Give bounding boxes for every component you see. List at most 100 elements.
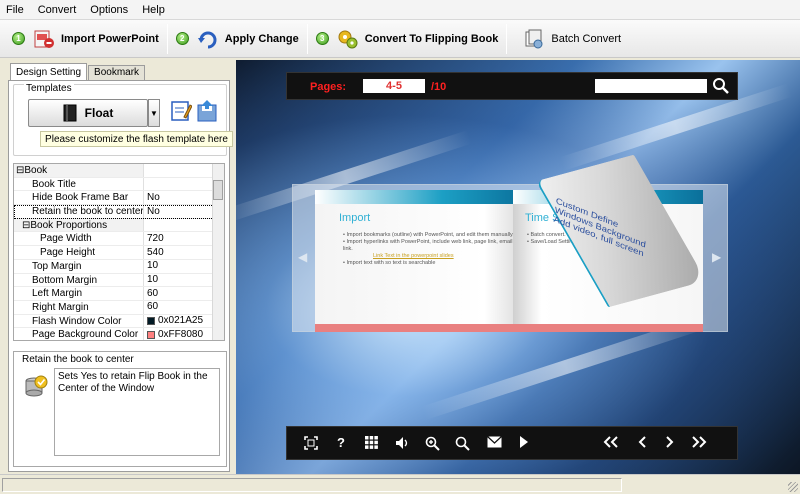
last-page-icon[interactable] (691, 436, 707, 448)
property-value-text: 0xFF8080 (158, 328, 204, 340)
property-name: Top Margin (14, 259, 144, 273)
bullet-link[interactable]: Link Text in the powerpoint slides (343, 253, 518, 260)
property-value-text: 10 (147, 274, 159, 285)
book-icon (63, 104, 77, 122)
property-grid-scrollbar[interactable] (212, 164, 224, 340)
total-pages: /10 (431, 81, 447, 93)
convert-to-flipping-book-button[interactable]: 3 Convert To Flipping Book (310, 22, 505, 56)
email-icon[interactable] (487, 436, 502, 448)
property-name: Page Width (14, 232, 144, 246)
info-check-icon (25, 375, 48, 397)
property-name-text: Book (24, 165, 48, 176)
apply-change-label: Apply Change (224, 32, 299, 45)
apply-change-icon (197, 31, 217, 48)
left-page-heading: Import (339, 212, 371, 224)
property-row[interactable]: Top Margin 10 (14, 259, 224, 274)
property-name-text: Right Margin (32, 301, 89, 313)
toolbar: 1 Import PowerPoint 2 Apply Change 3 Con… (0, 20, 800, 58)
prev-page-icon[interactable] (637, 436, 647, 448)
tab-bookmark[interactable]: Bookmark (88, 65, 146, 80)
page-footer-band (315, 324, 527, 332)
template-dropdown-button[interactable]: ▼ (148, 99, 160, 127)
bullet-item: • Import bookmarks (outline) with PowerP… (343, 232, 514, 238)
color-swatch[interactable] (147, 316, 155, 325)
menu-convert[interactable]: Convert (38, 4, 77, 16)
templates-label: Templates (24, 83, 74, 94)
color-swatch[interactable] (147, 330, 155, 339)
property-name-text: Book Title (32, 178, 76, 190)
edit-template-icon[interactable] (170, 99, 192, 123)
property-row[interactable]: Flash Window Color 0x021A25 (14, 314, 224, 329)
customize-template-hint[interactable]: Please customize the flash template here (40, 131, 233, 147)
sound-icon[interactable] (395, 436, 411, 450)
search-icon[interactable] (455, 436, 470, 451)
property-name: Bottom Margin (14, 273, 144, 287)
property-value-text: No (147, 205, 160, 217)
first-page-icon[interactable] (603, 436, 619, 448)
menu-bar: File Convert Options Help (0, 0, 800, 20)
property-name: Retain the book to center (14, 205, 144, 218)
template-name: Float (84, 106, 114, 120)
property-name: Flash Window Color (14, 314, 144, 328)
property-rows: ⊟Book Book Title Hide Book Frame Bar No Reta… (14, 164, 224, 340)
import-powerpoint-button[interactable]: 1 Import PowerPoint (6, 22, 165, 56)
menu-file[interactable]: File (6, 4, 24, 16)
import-powerpoint-label: Import PowerPoint (61, 32, 159, 45)
autoplay-icon[interactable] (519, 436, 529, 448)
property-value-text: 0x021A25 (158, 315, 204, 327)
resize-grip[interactable] (788, 482, 798, 492)
page-number-input[interactable]: 4-5 (363, 79, 425, 93)
next-page-icon[interactable] (665, 436, 675, 448)
template-select-button[interactable]: Float (28, 99, 148, 127)
property-name-text: Flash Window Color (32, 315, 122, 327)
scrollbar-thumb[interactable] (213, 180, 223, 200)
property-row[interactable]: Right Margin 60 (14, 300, 224, 315)
property-row[interactable]: Hide Book Frame Bar No (14, 191, 224, 206)
property-category-row[interactable]: ⊟Book Proportions (14, 218, 224, 233)
help-icon[interactable]: ? (337, 436, 345, 450)
bullet-item: • Import text with so text is searchable (343, 260, 436, 266)
property-row[interactable]: Retain the book to centerNo▼ (14, 205, 224, 219)
batch-convert-icon (525, 29, 543, 48)
settings-tabs: Design Setting Bookmark (10, 63, 146, 81)
property-row[interactable]: Page Height 540 (14, 246, 224, 260)
zoom-in-icon[interactable] (425, 436, 440, 451)
property-row[interactable]: Left Margin 60 (14, 287, 224, 301)
fullscreen-icon[interactable] (304, 436, 318, 450)
convert-to-flipping-book-label: Convert To Flipping Book (364, 32, 499, 45)
page-header-band (315, 190, 527, 204)
search-input[interactable] (595, 79, 707, 93)
property-name: Book Title (14, 177, 144, 191)
property-row[interactable]: Bottom Margin 10 (14, 273, 224, 288)
property-row[interactable]: Page Width 720 (14, 232, 224, 247)
thumbnails-icon[interactable] (365, 436, 378, 449)
tab-design-setting[interactable]: Design Setting (10, 63, 88, 80)
viewer-bottom-bar: ? (286, 426, 738, 460)
left-page[interactable]: Import • Import bookmarks (outline) with… (315, 190, 527, 332)
design-setting-panel: Templates Float ▼ Please customize the f… (8, 80, 233, 472)
import-powerpoint-icon (34, 30, 54, 48)
menu-help[interactable]: Help (142, 4, 165, 16)
property-name-text: Left Margin (32, 288, 83, 300)
batch-convert-button[interactable]: Batch Convert (517, 22, 627, 56)
property-category-row[interactable]: ⊟Book (14, 164, 224, 178)
property-name-text: Hide Book Frame Bar (32, 192, 129, 204)
property-name-text: Page Height (40, 247, 96, 259)
search-icon[interactable] (712, 77, 730, 95)
apply-change-button[interactable]: 2 Apply Change (170, 22, 305, 56)
property-value-text: 540 (147, 246, 164, 258)
step-1-icon: 1 (12, 32, 25, 45)
property-row[interactable]: Page Background Color 0xFF8080 (14, 328, 224, 340)
property-row[interactable]: Book Title (14, 177, 224, 192)
property-value-text: No (147, 191, 160, 203)
property-name-text: Top Margin (32, 260, 82, 272)
menu-options[interactable]: Options (90, 4, 128, 16)
property-grid: ⊟Book Book Title Hide Book Frame Bar No Reta… (13, 163, 225, 341)
property-value-text: 720 (147, 232, 164, 244)
flipbook-preview: Pages: 4-5 /10 ◀ ▶ Import • Import bookm… (236, 60, 800, 474)
property-name: Hide Book Frame Bar (14, 191, 144, 205)
save-template-icon[interactable] (196, 99, 218, 123)
property-name: Left Margin (14, 287, 144, 300)
property-name: Page Background Color (14, 328, 144, 340)
page-footer-band (513, 324, 703, 332)
